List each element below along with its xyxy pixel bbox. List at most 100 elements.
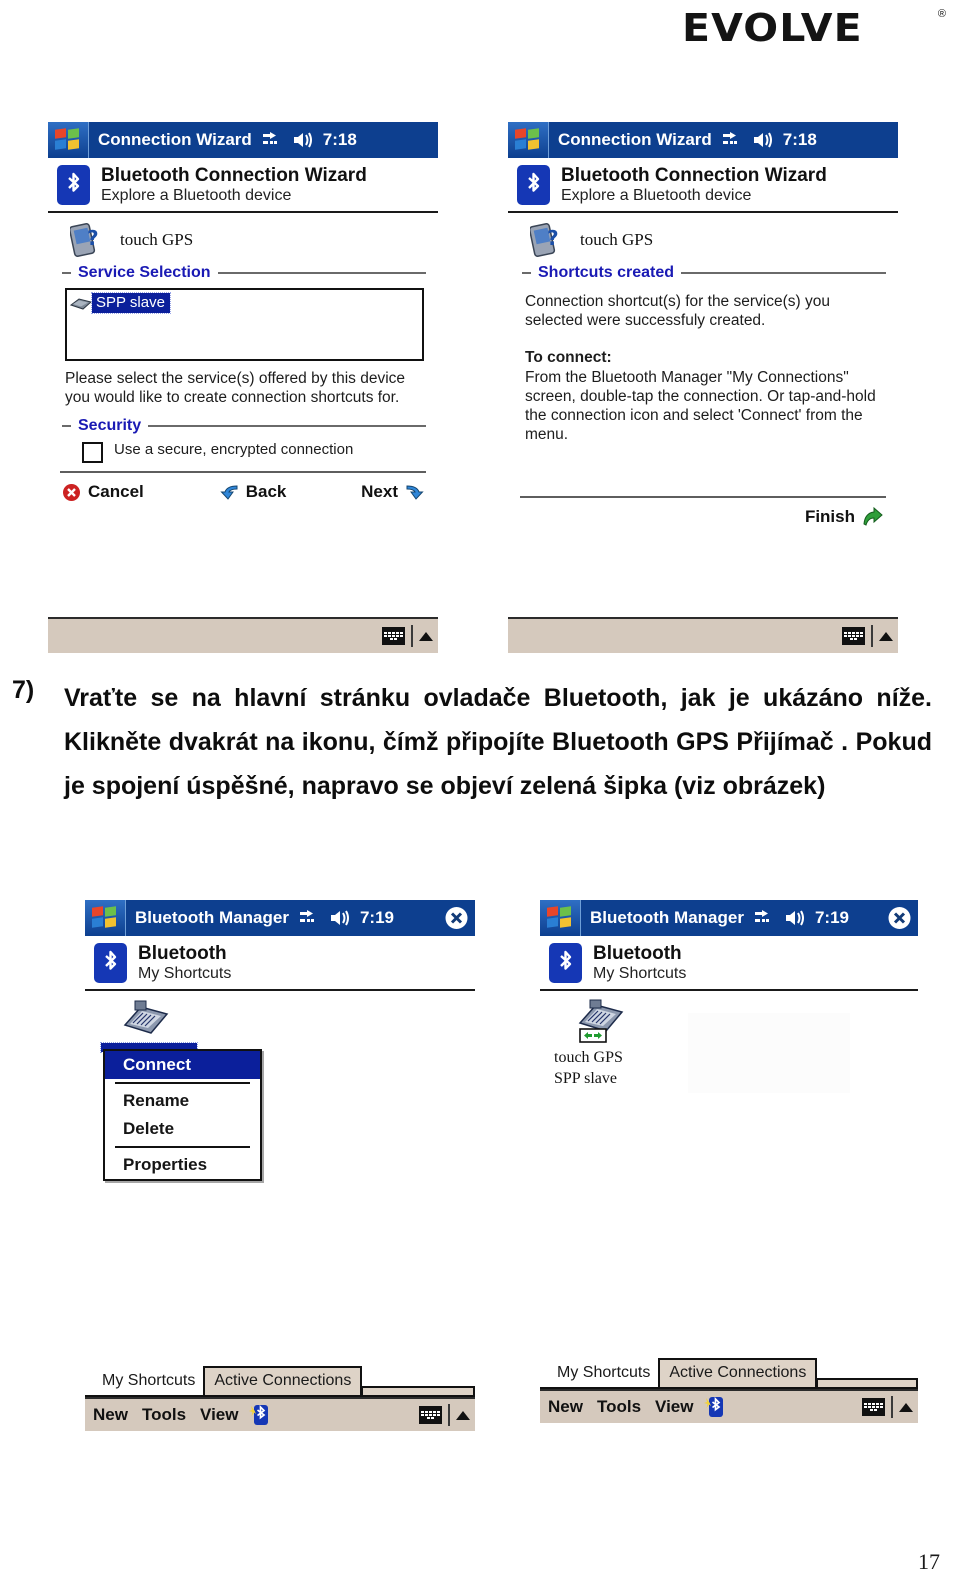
app-header-subtitle: My Shortcuts — [593, 965, 687, 982]
menu-new[interactable]: New — [548, 1397, 583, 1417]
speaker-icon[interactable] — [785, 909, 807, 927]
titlebar: Bluetooth Manager 7:19 — [540, 900, 918, 936]
chevron-up-icon[interactable] — [456, 1410, 470, 1420]
windows-flag-icon — [55, 128, 81, 151]
screenshot-wizard-shortcuts-created: Connection Wizard 7:18 Bluetooth Connect… — [508, 122, 898, 653]
group-security-label: Security — [78, 417, 142, 434]
menubar: New Tools View — [85, 1397, 475, 1431]
serial-connection-shortcut-icon — [123, 1000, 169, 1034]
start-button[interactable] — [540, 900, 581, 936]
start-button[interactable] — [85, 900, 126, 936]
evolve-logo: EVOLVE ® — [682, 6, 946, 50]
bluetooth-device-query-icon: ? — [70, 223, 99, 257]
next-button-label: Next — [361, 482, 398, 501]
evolve-logo-text: EVOLVE — [682, 6, 863, 50]
titlebar-clock: 7:18 — [322, 130, 357, 149]
shortcut-label: touch GPS SPP slave — [554, 1047, 623, 1089]
app-header-title: Bluetooth — [593, 943, 682, 964]
group-service-selection: Service Selection — [48, 264, 438, 282]
page-number: 17 — [918, 1549, 940, 1574]
keyboard-icon[interactable] — [862, 1398, 885, 1416]
chevron-up-icon[interactable] — [879, 631, 893, 641]
secure-connection-checkbox-row[interactable]: Use a secure, encrypted connection — [71, 441, 438, 463]
bluetooth-device-query-icon: ? — [530, 223, 559, 257]
tab-active-connections[interactable]: Active Connections — [658, 1358, 818, 1387]
menu-view[interactable]: View — [655, 1397, 693, 1417]
device-name: touch GPS — [580, 230, 654, 249]
tab-active-connections[interactable]: Active Connections — [203, 1366, 363, 1395]
titlebar-clock: 7:19 — [359, 908, 394, 927]
keyboard-icon[interactable] — [382, 627, 405, 645]
wizard-button-bar: Finish — [508, 498, 898, 536]
context-menu-item-properties[interactable]: Properties — [105, 1151, 260, 1179]
softkey-bar — [508, 617, 898, 653]
service-list-item[interactable]: SPP slave — [70, 292, 422, 314]
keyboard-icon[interactable] — [419, 1406, 442, 1424]
menubar: New Tools View — [540, 1389, 918, 1423]
keyboard-icon[interactable] — [842, 627, 865, 645]
titlebar: Connection Wizard 7:18 — [508, 122, 898, 158]
context-menu-item-delete[interactable]: Delete — [105, 1115, 260, 1143]
close-icon[interactable] — [888, 907, 911, 930]
instruction-text: Vraťte se na hlavní stránku ovladače Blu… — [64, 684, 932, 800]
bluetooth-new-icon[interactable] — [248, 1404, 270, 1426]
close-icon[interactable] — [445, 907, 468, 930]
next-button[interactable]: Next — [361, 482, 424, 502]
secure-connection-label: Use a secure, encrypted connection — [114, 441, 354, 458]
speaker-icon[interactable] — [753, 131, 775, 149]
device-name: touch GPS — [120, 230, 194, 249]
tabstrip: My Shortcuts Active Connections — [540, 1357, 918, 1389]
finish-button[interactable]: Finish — [805, 507, 884, 527]
start-button[interactable] — [48, 122, 89, 158]
to-connect-instructions: From the Bluetooth Manager "My Connectio… — [525, 369, 876, 443]
network-connect-icon[interactable] — [722, 131, 745, 149]
bluetooth-icon — [57, 165, 90, 205]
titlebar: Bluetooth Manager 7:19 — [85, 900, 475, 936]
menu-tools[interactable]: Tools — [597, 1397, 641, 1417]
tabstrip: My Shortcuts Active Connections — [85, 1365, 475, 1397]
cancel-button[interactable]: Cancel — [62, 482, 144, 502]
bluetooth-icon — [517, 165, 550, 205]
app-header-subtitle: My Shortcuts — [138, 965, 232, 982]
windows-flag-icon — [92, 906, 118, 929]
start-button[interactable] — [508, 122, 549, 158]
chevron-up-icon[interactable] — [899, 1402, 913, 1412]
secure-connection-checkbox[interactable] — [82, 442, 103, 463]
context-menu[interactable]: Connect Rename Delete Properties — [103, 1049, 262, 1181]
screenshot-manager-connected: Bluetooth Manager 7:19 Bluetooth My Shor… — [540, 900, 918, 1423]
tabstrip-filler — [361, 1386, 475, 1395]
network-connect-icon[interactable] — [299, 909, 322, 927]
shortcut-item[interactable] — [576, 999, 628, 1052]
menu-view[interactable]: View — [200, 1405, 238, 1425]
app-header-title: Bluetooth — [138, 943, 227, 964]
service-item-label: SPP slave — [91, 292, 171, 314]
menu-new[interactable]: New — [93, 1405, 128, 1425]
svg-text:?: ? — [87, 226, 99, 250]
instruction-number: 7) — [12, 676, 35, 704]
shortcut-item[interactable] — [121, 999, 171, 1046]
context-menu-item-connect[interactable]: Connect — [105, 1051, 260, 1079]
network-connect-icon[interactable] — [754, 909, 777, 927]
arrow-left-icon — [220, 485, 238, 500]
speaker-icon[interactable] — [330, 909, 352, 927]
group-shortcuts-created-label: Shortcuts created — [538, 264, 675, 281]
bluetooth-new-icon[interactable] — [703, 1396, 725, 1418]
tab-my-shortcuts[interactable]: My Shortcuts — [548, 1360, 660, 1387]
tab-my-shortcuts[interactable]: My Shortcuts — [93, 1368, 205, 1395]
network-connect-icon[interactable] — [262, 131, 285, 149]
service-listbox[interactable]: SPP slave — [65, 288, 424, 361]
cancel-icon — [63, 483, 80, 501]
chevron-up-icon[interactable] — [419, 631, 433, 641]
group-service-selection-label: Service Selection — [78, 264, 211, 281]
back-button[interactable]: Back — [220, 482, 286, 502]
finish-arrow-icon — [863, 507, 883, 526]
app-header-subtitle: Explore a Bluetooth device — [101, 187, 292, 204]
tabstrip-filler — [816, 1378, 918, 1387]
windows-flag-icon — [515, 128, 541, 151]
shortcut-label-line1: touch GPS — [554, 1049, 623, 1066]
context-menu-item-rename[interactable]: Rename — [105, 1087, 260, 1115]
menu-tools[interactable]: Tools — [142, 1405, 186, 1425]
speaker-icon[interactable] — [293, 131, 315, 149]
app-header: Bluetooth Connection Wizard Explore a Bl… — [508, 158, 898, 213]
titlebar: Connection Wizard 7:18 — [48, 122, 438, 158]
